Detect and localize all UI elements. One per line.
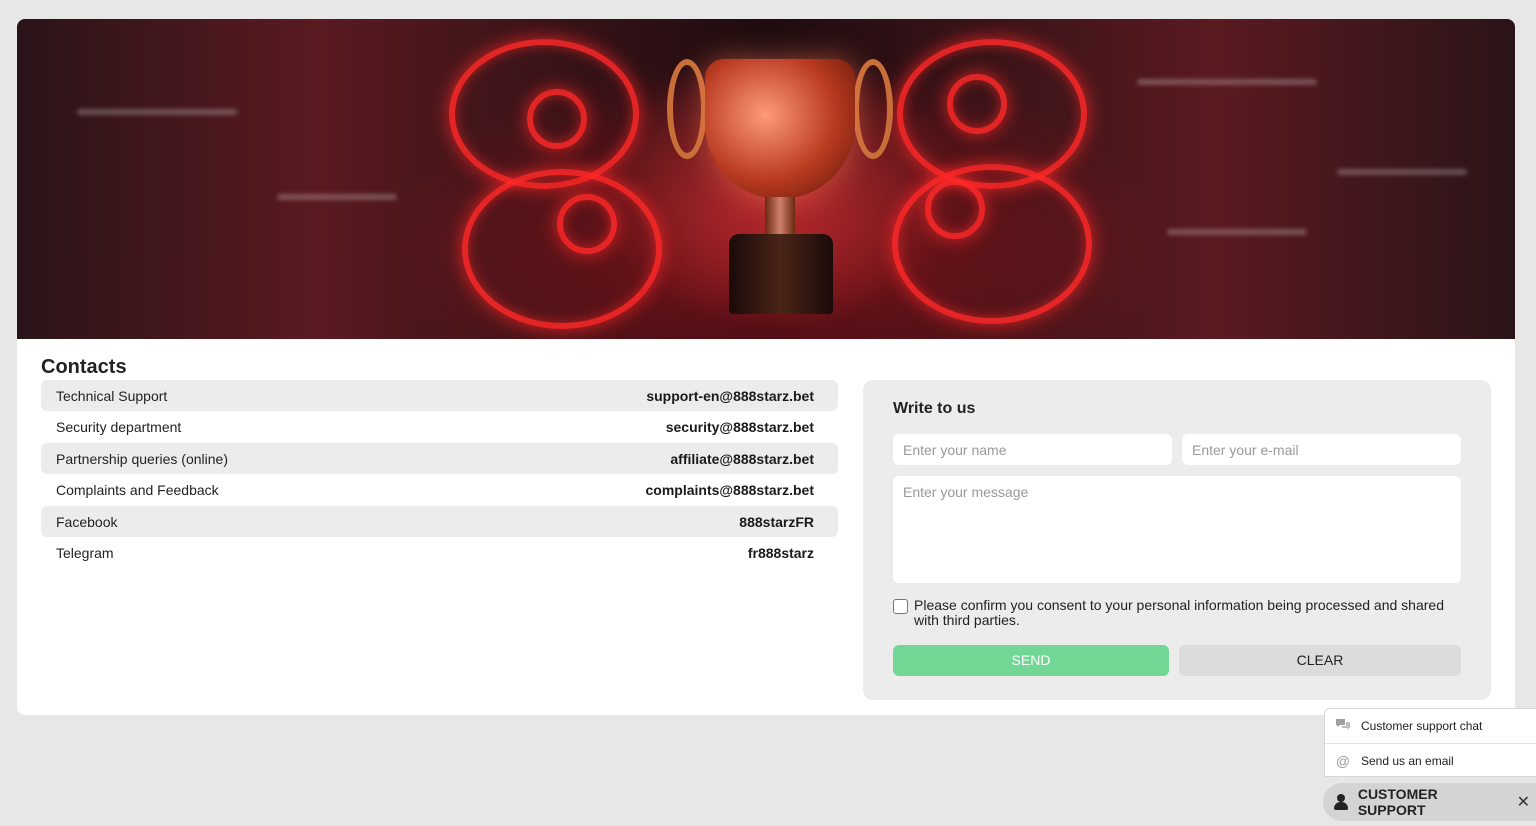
contact-label: Complaints and Feedback <box>56 482 219 499</box>
banner-streak <box>277 194 397 200</box>
support-chat-label: Customer support chat <box>1361 719 1483 733</box>
contacts-title: Contacts <box>41 356 127 378</box>
hero-banner <box>17 19 1515 339</box>
contact-value[interactable]: support-en@888starz.bet <box>646 388 814 404</box>
at-sign-icon: @ <box>1335 752 1351 769</box>
banner-streak <box>1137 79 1317 85</box>
email-input[interactable] <box>1182 434 1461 465</box>
form-title: Write to us <box>893 400 976 417</box>
contact-row: Telegram fr888starz <box>41 538 838 569</box>
contact-label: Facebook <box>56 513 118 530</box>
banner-ring <box>925 179 985 239</box>
contact-value[interactable]: fr888starz <box>748 545 814 561</box>
contact-row: Complaints and Feedback complaints@888st… <box>41 475 838 506</box>
contact-list: Technical Support support-en@888starz.be… <box>41 380 838 570</box>
support-chat-item[interactable]: Customer support chat <box>1325 709 1536 743</box>
banner-ring <box>462 169 662 329</box>
customer-support-label: CUSTOMER SUPPORT <box>1357 786 1438 818</box>
contact-label: Security department <box>56 419 182 436</box>
contact-value[interactable]: complaints@888starz.bet <box>646 482 815 498</box>
trophy-stem <box>765 197 795 237</box>
banner-streak <box>77 109 237 115</box>
support-email-item[interactable]: @ Send us an email <box>1325 743 1536 777</box>
banner-streak <box>1167 229 1307 235</box>
contact-value[interactable]: affiliate@888starz.bet <box>670 451 814 467</box>
contact-row: Technical Support support-en@888starz.be… <box>41 380 838 411</box>
customer-support-button[interactable]: CUSTOMER SUPPORT ✕ <box>1323 783 1536 821</box>
consent-checkbox[interactable] <box>893 599 908 614</box>
close-icon[interactable]: ✕ <box>1517 792 1530 812</box>
message-input[interactable] <box>893 476 1461 583</box>
trophy-base <box>729 234 833 314</box>
banner-ring <box>527 89 587 149</box>
contact-label: Telegram <box>56 545 114 562</box>
support-menu: Customer support chat @ Send us an email <box>1324 708 1536 777</box>
contact-value[interactable]: 888starzFR <box>739 514 814 530</box>
consent-text: Please confirm you consent to your perso… <box>914 597 1444 628</box>
support-email-label: Send us an email <box>1361 753 1454 768</box>
send-button[interactable]: SEND <box>893 645 1169 676</box>
banner-ring <box>892 164 1092 324</box>
name-input[interactable] <box>893 434 1172 465</box>
chat-bubbles-icon <box>1335 718 1351 735</box>
trophy-icon <box>705 59 855 199</box>
contact-label: Partnership queries (online) <box>56 450 228 467</box>
trophy-handle <box>667 59 707 159</box>
contacts-card: Contacts Technical Support support-en@88… <box>17 339 1515 715</box>
contact-label: Technical Support <box>56 387 168 404</box>
contact-row: Security department security@888starz.be… <box>41 412 838 443</box>
contact-row: Partnership queries (online) affiliate@8… <box>41 443 838 475</box>
consent-row: Please confirm you consent to your perso… <box>893 598 1453 628</box>
clear-button[interactable]: CLEAR <box>1179 645 1461 676</box>
contact-value[interactable]: security@888starz.bet <box>666 419 814 435</box>
banner-ring <box>557 194 617 254</box>
trophy-handle <box>853 59 893 159</box>
person-icon <box>1333 794 1349 810</box>
banner-streak <box>1337 169 1467 175</box>
contact-row: Facebook 888starzFR <box>41 506 838 538</box>
banner-ring <box>947 74 1007 134</box>
write-to-us-form: Write to us Please confirm you consent t… <box>863 380 1491 700</box>
